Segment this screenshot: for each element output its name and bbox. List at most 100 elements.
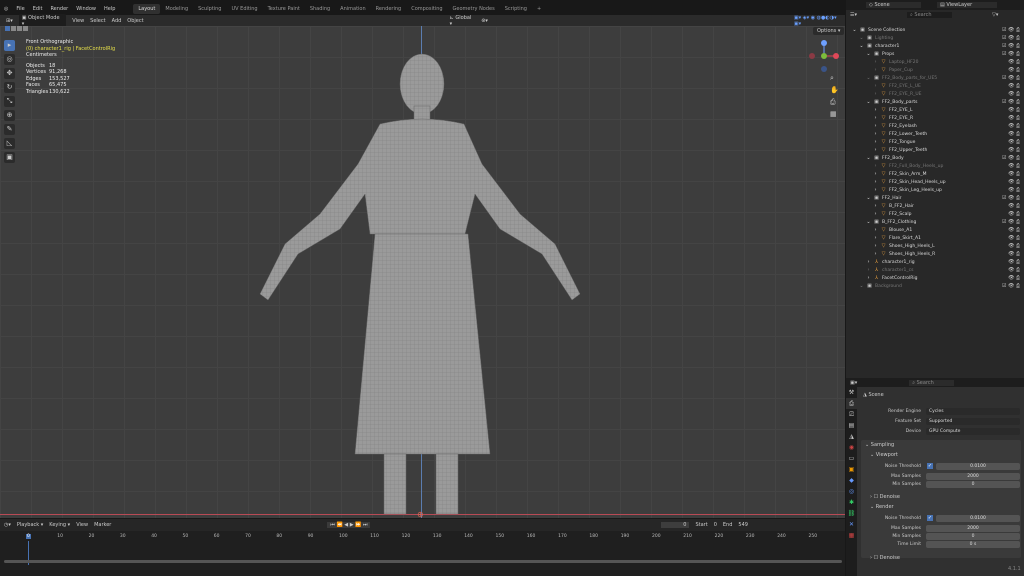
feature-set-select[interactable]: Supported <box>926 418 1020 425</box>
outliner-item[interactable]: ⌄ ▣ Scene Collection ☑ 👁 ⎙ <box>846 26 1024 34</box>
scene-selector[interactable]: ◇ Scene <box>866 2 921 8</box>
view-layer-tab-icon[interactable]: ▤ <box>846 420 857 431</box>
visibility-icons[interactable]: 👁 ⎙ <box>1008 107 1020 113</box>
visibility-icons[interactable]: 👁 ⎙ <box>1008 131 1020 137</box>
workspace-tab-shading[interactable]: Shading <box>305 4 335 14</box>
visibility-icons[interactable]: 👁 ⎙ <box>1008 171 1020 177</box>
visibility-icons[interactable]: 👁 ⎙ <box>1008 147 1020 153</box>
physics-tab-icon[interactable]: ✱ <box>846 497 857 508</box>
expand-arrow-icon[interactable]: ⌄ <box>866 155 871 161</box>
menu-edit[interactable]: Edit <box>29 6 47 12</box>
expand-arrow-icon[interactable]: › <box>873 67 878 73</box>
expand-arrow-icon[interactable]: › <box>873 179 878 185</box>
expand-arrow-icon[interactable]: › <box>873 131 878 137</box>
workspace-tab-compositing[interactable]: Compositing <box>406 4 447 14</box>
outliner-item[interactable]: › ▽ Blouse_A1 👁 ⎙ <box>846 226 1024 234</box>
noise-threshold-checkbox[interactable]: ✓ <box>927 463 933 469</box>
timeline-menu-playback[interactable]: Playback ▾ <box>17 522 43 528</box>
properties-search[interactable]: ⌕ Search <box>909 379 955 386</box>
menu-window[interactable]: Window <box>72 6 100 12</box>
data-tab-icon[interactable]: ✕ <box>846 519 857 530</box>
clock-icon[interactable]: ◷▾ <box>4 522 11 528</box>
outliner-item[interactable]: ⌄ ▣ Props ☑ 👁 ⎙ <box>846 50 1024 58</box>
viewport-menu-view[interactable]: View <box>72 18 84 24</box>
visibility-icons[interactable]: ☑ 👁 ⎙ <box>1002 43 1020 49</box>
visibility-icons[interactable]: 👁 ⎙ <box>1008 59 1020 65</box>
snap-icon[interactable]: ▣▾ ◈▾ ◉ ◍●◐◑▾ ▣▾ <box>794 15 845 27</box>
visibility-icons[interactable]: 👁 ⎙ <box>1008 91 1020 97</box>
outliner-item[interactable]: › ▽ Paper_Cup 👁 ⎙ <box>846 66 1024 74</box>
device-select[interactable]: GPU Compute <box>926 428 1020 435</box>
outliner-item[interactable]: › ▽ FF2_Lower_Teeth 👁 ⎙ <box>846 130 1024 138</box>
expand-arrow-icon[interactable]: › <box>873 107 878 113</box>
outliner-item[interactable]: › ▽ FF2_EYE_L_UE 👁 ⎙ <box>846 82 1024 90</box>
render-min-samples-field[interactable]: 0 <box>926 533 1020 540</box>
outliner-item[interactable]: ⌄ ▣ FF2_Body_parts_for_UE5 ☑ 👁 ⎙ <box>846 74 1024 82</box>
expand-arrow-icon[interactable]: ⌄ <box>866 99 871 105</box>
expand-arrow-icon[interactable]: › <box>873 203 878 209</box>
select-tool-icon[interactable]: ▸ <box>4 40 15 51</box>
expand-arrow-icon[interactable]: ⌄ <box>859 43 864 49</box>
workspace-tab-add[interactable]: + <box>532 4 546 14</box>
time-limit-field[interactable]: 0 s <box>926 541 1020 548</box>
outliner-item[interactable]: › ▽ Shoes_High_Heels_L 👁 ⎙ <box>846 242 1024 250</box>
visibility-icons[interactable]: 👁 ⎙ <box>1008 251 1020 257</box>
select-mode-buttons[interactable] <box>5 26 28 31</box>
visibility-icons[interactable]: 👁 ⎙ <box>1008 179 1020 185</box>
expand-arrow-icon[interactable]: › <box>873 83 878 89</box>
visibility-icons[interactable]: ☑ 👁 ⎙ <box>1002 195 1020 201</box>
visibility-icons[interactable]: 👁 ⎙ <box>1008 275 1020 281</box>
end-frame-field[interactable]: 549 <box>738 522 748 528</box>
expand-arrow-icon[interactable]: ⌄ <box>866 219 871 225</box>
current-frame-field[interactable]: 0 <box>661 522 690 528</box>
denoise-viewport-toggle[interactable]: › ☐ Denoise <box>870 494 900 500</box>
visibility-icons[interactable]: 👁 ⎙ <box>1008 211 1020 217</box>
render-noise-threshold-field[interactable]: 0.0100 <box>936 515 1020 522</box>
outliner-item[interactable]: › ▽ Laptop_HF20 👁 ⎙ <box>846 58 1024 66</box>
timeline-menu-view[interactable]: View <box>76 522 88 528</box>
expand-arrow-icon[interactable]: ⌄ <box>859 35 864 41</box>
outliner-item[interactable]: › ▽ Shoes_High_Heels_R 👁 ⎙ <box>846 250 1024 258</box>
outliner-item[interactable]: › ▽ FF2_EYE_R_UE 👁 ⎙ <box>846 90 1024 98</box>
expand-arrow-icon[interactable]: › <box>873 123 878 129</box>
world-tab-icon[interactable]: ◉ <box>846 442 857 453</box>
add-cube-tool-icon[interactable]: ▣ <box>4 152 15 163</box>
expand-arrow-icon[interactable]: › <box>873 139 878 145</box>
expand-arrow-icon[interactable]: › <box>873 187 878 193</box>
viewport-menu-object[interactable]: Object <box>127 18 143 24</box>
expand-arrow-icon[interactable]: ⌄ <box>866 195 871 201</box>
expand-arrow-icon[interactable]: › <box>866 259 871 265</box>
editor-type-icon[interactable]: ▣▾ <box>850 380 857 386</box>
expand-arrow-icon[interactable]: › <box>873 243 878 249</box>
expand-arrow-icon[interactable]: › <box>873 251 878 257</box>
expand-arrow-icon[interactable]: › <box>873 227 878 233</box>
visibility-icons[interactable]: 👁 ⎙ <box>1008 67 1020 73</box>
scale-tool-icon[interactable]: ⤡ <box>4 96 15 107</box>
transform-tool-icon[interactable]: ⊕ <box>4 110 15 121</box>
scene-tab-icon[interactable]: ◮ <box>846 431 857 442</box>
denoise-render-toggle[interactable]: › ☐ Denoise <box>870 555 900 561</box>
outliner-item[interactable]: › ▽ FF2_EYE_L 👁 ⎙ <box>846 106 1024 114</box>
navigation-gizmo[interactable] <box>806 38 842 74</box>
visibility-icons[interactable]: 👁 ⎙ <box>1008 243 1020 249</box>
measure-tool-icon[interactable]: ◺ <box>4 138 15 149</box>
menu-render[interactable]: Render <box>46 6 72 12</box>
menu-help[interactable]: Help <box>100 6 119 12</box>
camera-view-icon[interactable]: ⎙ <box>830 96 839 108</box>
render-noise-threshold-checkbox[interactable]: ✓ <box>927 515 933 521</box>
annotate-tool-icon[interactable]: ✎ <box>4 124 15 135</box>
expand-arrow-icon[interactable]: ⌄ <box>866 51 871 57</box>
visibility-icons[interactable]: 👁 ⎙ <box>1008 139 1020 145</box>
outliner-item[interactable]: › ⅄ FacetControlRig 👁 ⎙ <box>846 274 1024 282</box>
expand-arrow-icon[interactable]: › <box>873 147 878 153</box>
visibility-icons[interactable]: ☑ 👁 ⎙ <box>1002 155 1020 161</box>
outliner-item[interactable]: › ▽ FF2_Full_Body_Heels_up 👁 ⎙ <box>846 162 1024 170</box>
workspace-tab-geometry-nodes[interactable]: Geometry Nodes <box>448 4 500 14</box>
display-mode-icon[interactable]: ☰▾ <box>850 12 857 18</box>
workspace-tab-texture-paint[interactable]: Texture Paint <box>263 4 305 14</box>
min-samples-field[interactable]: 0 <box>926 481 1020 488</box>
sampling-header[interactable]: ⌄ Sampling <box>865 442 894 448</box>
expand-arrow-icon[interactable]: › <box>873 115 878 121</box>
texture-tab-icon[interactable]: ▦ <box>846 530 857 541</box>
outliner-item[interactable]: ⌄ ▣ Lighting ☑ 👁 ⎙ <box>846 34 1024 42</box>
